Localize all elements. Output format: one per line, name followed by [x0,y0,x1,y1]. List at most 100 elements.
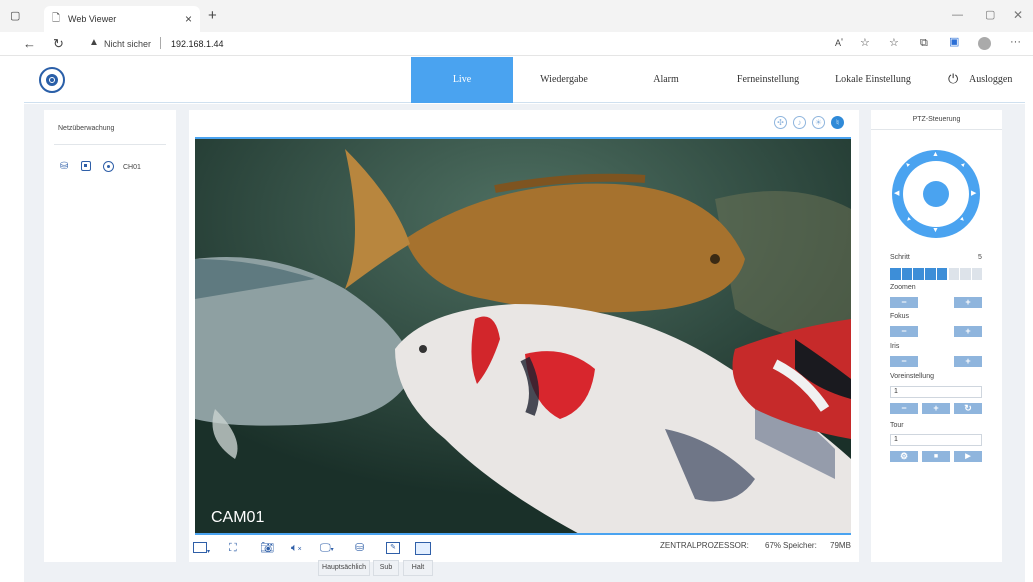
fit-screen-icon[interactable]: ⛶ [229,542,237,554]
record-icon[interactable] [81,161,91,171]
favorite-add-icon[interactable]: ☆ [860,38,870,49]
iris-label: Iris [890,343,900,350]
read-aloud-icon[interactable]: Aⁿ [835,38,843,48]
back-icon[interactable]: ← [23,37,36,50]
device-panel-title: Netzüberwachung [58,125,115,132]
iris-minus-button[interactable]: − [890,356,918,367]
page-icon: 🗋 [52,13,61,24]
nav-wiedergabe[interactable]: Wiedergabe [524,57,604,103]
camera-label: CAM01 [211,509,265,526]
nav-live[interactable]: Live [411,57,513,103]
stream-sub-button[interactable]: Sub [373,560,399,576]
channel-label[interactable]: CH01 [123,164,141,171]
direction-pad[interactable]: ▲ ▼ ◀ ▶ ▲ ▲ ▼ ▼ [892,150,980,238]
browser-tab[interactable]: 🗋 Web Viewer × [44,6,200,32]
device-icon[interactable]: ⛁ [60,161,68,172]
nav-ferneinstellung[interactable]: Ferneinstellung [729,57,807,103]
tab-title: Web Viewer [68,14,117,24]
arrow-right-icon[interactable]: ▶ [971,189,976,197]
cpu-value: 67% [765,541,782,550]
arrow-up-left-icon[interactable]: ▲ [904,161,912,169]
step-value: 5 [978,254,982,261]
minimize-icon[interactable]: — [952,10,963,21]
step-segment[interactable] [890,268,901,280]
address-bar-row: ← ↻ ▲ Nicht sicher 192.168.1.44 Aⁿ ☆ ☆ ⧉… [0,32,1033,56]
record-video-icon[interactable]: ⛁ [355,542,364,554]
arrow-up-right-icon[interactable]: ▲ [959,161,967,169]
focus-label: Fokus [890,313,910,320]
zoom-label: Zoomen [890,284,916,291]
new-tab-icon[interactable]: + [208,8,217,23]
nav-alarm[interactable]: Alarm [634,57,698,103]
step-segment[interactable] [960,268,971,280]
panel-divider [54,144,166,145]
tour-stop-button[interactable]: ■ [922,451,950,462]
step-segment[interactable] [948,268,959,280]
ptz-control-icon[interactable]: ✣ [774,116,787,129]
display-mode-icon[interactable]: 🖵︎▾ [320,542,334,556]
step-segment[interactable] [913,268,924,280]
app-logo [39,67,65,93]
zoom-out-button[interactable]: − [890,297,918,308]
tour-input[interactable]: 1 [890,434,982,446]
tab-close-icon[interactable]: × [185,13,192,25]
iris-plus-button[interactable]: + [954,356,982,367]
preset-add-button[interactable]: + [922,403,950,414]
stream-main-button[interactable]: Hauptsächlich [318,560,370,576]
arrow-down-left-icon[interactable]: ▼ [904,216,912,224]
arrow-down-right-icon[interactable]: ▼ [959,216,967,224]
step-level-bar[interactable] [890,268,984,280]
siren-icon[interactable]: ♮ [831,116,844,129]
collections-icon[interactable]: ⧉ [920,38,928,49]
preset-call-button[interactable]: ↻ [954,403,982,414]
image-settings-icon[interactable]: ✎ [386,542,400,554]
profile-avatar[interactable] [978,37,991,50]
logout-link[interactable]: Ausloggen [969,74,1012,85]
arrow-left-icon[interactable]: ◀ [894,189,899,197]
more-icon[interactable]: ··· [1010,37,1021,48]
fullscreen-icon[interactable] [415,542,431,555]
nav-lokale-einstellung[interactable]: Lokale Einstellung [829,57,917,103]
tour-label: Tour [890,422,904,429]
snapshot-icon[interactable]: 📷︎ [260,542,274,554]
warning-icon: ▲ [89,37,99,48]
cpu-label: ZENTRALPROZESSOR: [660,541,749,550]
tour-play-button[interactable]: ▶ [954,451,982,462]
preset-label: Voreinstellung [890,373,934,380]
arrow-up-icon[interactable]: ▲ [932,151,939,158]
step-segment[interactable] [936,268,948,280]
focus-plus-button[interactable]: + [954,326,982,337]
security-label[interactable]: Nicht sicher [104,39,151,49]
app-header: Live Wiedergabe Alarm Ferneinstellung Lo… [24,57,1025,103]
favorites-icon[interactable]: ☆ [889,38,899,49]
focus-minus-button[interactable]: − [890,326,918,337]
reload-icon[interactable]: ↻ [53,37,64,50]
url-field[interactable]: 192.168.1.44 [171,39,224,49]
memory-label: Speicher: [783,541,817,550]
preset-input[interactable]: 1 [890,386,982,398]
arrow-down-icon[interactable]: ▼ [932,227,939,234]
direction-center-button[interactable] [923,181,949,207]
maximize-icon[interactable]: ▢ [985,10,995,21]
step-segment[interactable] [901,268,913,280]
browser-tab-bar: ▢ 🗋 Web Viewer × + — ▢ ✕ [0,0,1033,32]
tour-settings-button[interactable]: ⚙ [890,451,918,462]
layout-select-icon[interactable]: ▾ [193,542,210,558]
zoom-in-button[interactable]: + [954,297,982,308]
video-feed[interactable]: CAM01 [195,137,851,535]
step-label: Schritt [890,254,910,261]
power-icon[interactable]: ⏻ [948,72,958,85]
ptz-panel: PTZ-Steuerung ▲ ▼ ◀ ▶ ▲ ▲ ▼ ▼ Schritt 5 … [871,110,1002,562]
preset-delete-button[interactable]: − [890,403,918,414]
light-icon[interactable]: ☀ [812,116,825,129]
mute-icon[interactable]: 🔈︎× [291,542,302,556]
channel-camera-icon[interactable] [103,161,114,172]
stream-stop-button[interactable]: Halt [403,560,433,576]
memory-value: 79MB [830,541,851,550]
close-window-icon[interactable]: ✕ [1013,9,1023,21]
tab-actions-icon[interactable]: ▢ [10,11,20,22]
microphone-icon[interactable]: ♪ [793,116,806,129]
step-segment[interactable] [925,268,936,280]
step-segment[interactable] [971,268,983,280]
extension-icon[interactable]: ▣ [949,37,959,48]
